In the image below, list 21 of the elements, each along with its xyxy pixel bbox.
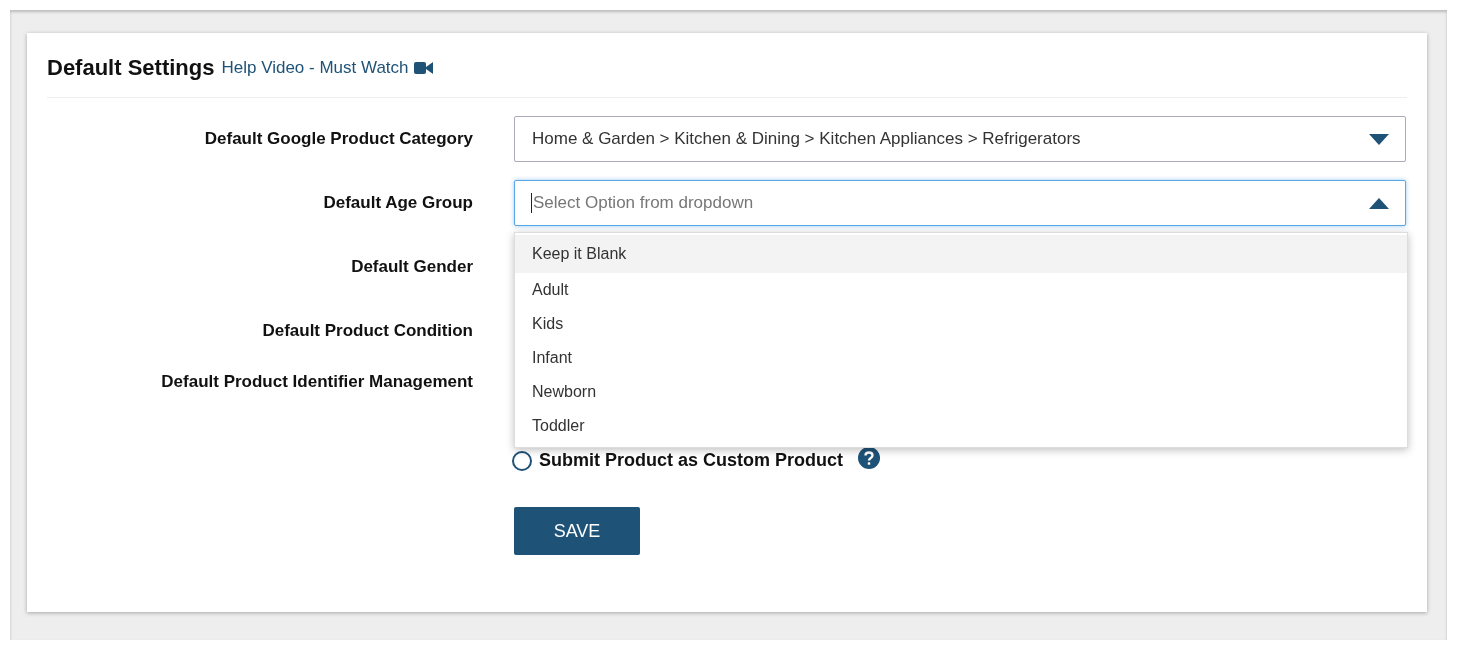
- radio-label[interactable]: Submit Product as Custom Product: [539, 450, 844, 471]
- field-label: Default Product Condition: [261, 321, 473, 341]
- help-icon[interactable]: [858, 447, 881, 469]
- dropdown-option[interactable]: Adult: [515, 273, 1407, 307]
- dropdown-option[interactable]: Infant: [515, 341, 1407, 375]
- caret-down-icon: [1369, 133, 1389, 145]
- field-label: Default Google Product Category: [203, 129, 473, 149]
- section-title: Default Settings: [47, 55, 215, 81]
- dropdown-option[interactable]: Toddler: [515, 409, 1407, 443]
- save-button[interactable]: SAVE: [514, 507, 640, 555]
- dropdown-option[interactable]: Newborn: [515, 375, 1407, 409]
- caret-up-icon: [1369, 197, 1389, 209]
- dropdown-field[interactable]: Home & Garden > Kitchen & Dining > Kitchen Appliances > Refrigerators: [514, 116, 1406, 162]
- dropdown-option[interactable]: Keep it Blank: [515, 235, 1407, 273]
- radio-button[interactable]: [512, 450, 532, 471]
- field-label: Default Product Identifier Management: [160, 372, 473, 392]
- field-label: Default Gender: [350, 257, 473, 277]
- help-video-link[interactable]: Help Video - Must Watch: [221, 58, 433, 78]
- dropdown-option[interactable]: Kids: [515, 307, 1407, 341]
- video-camera-icon: [413, 61, 433, 75]
- field-label: Default Age Group: [322, 193, 473, 213]
